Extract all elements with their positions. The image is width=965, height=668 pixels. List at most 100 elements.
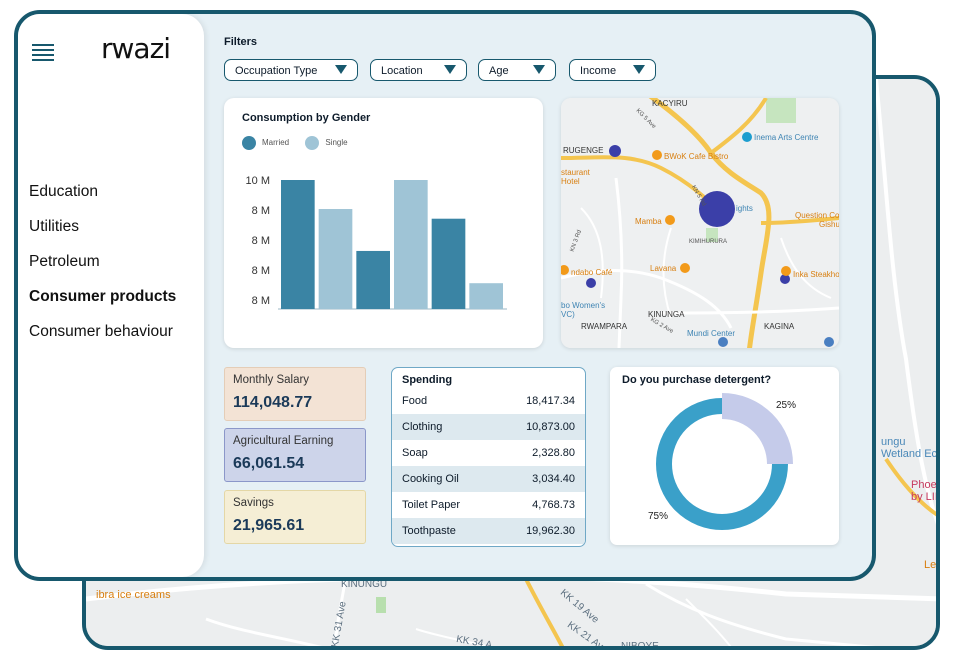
map-label: ungu (881, 436, 906, 448)
metric-label: Agricultural Earning (233, 435, 334, 447)
sidebar-nav: Education Utilities Petroleum Consumer p… (29, 182, 176, 357)
map-label: Phoenix (911, 479, 937, 491)
map-marker[interactable] (586, 278, 596, 288)
filter-label: Occupation Type (235, 65, 318, 77)
map-label: ights (736, 204, 753, 213)
monthly-salary-card: Monthly Salary 114,048.77 (224, 367, 366, 421)
table-row: Food 18,417.34 (392, 388, 585, 414)
donut-label: 25% (776, 400, 797, 411)
bar-married[interactable] (356, 250, 390, 309)
menu-icon[interactable] (32, 44, 54, 64)
y-tick-label: 8 M (252, 235, 270, 247)
bar-single[interactable] (394, 180, 428, 309)
restaurant-pin-icon[interactable] (652, 150, 662, 160)
spending-item: Cooking Oil (402, 473, 459, 485)
filter-label: Age (489, 65, 509, 77)
spending-amount: 2,328.80 (532, 447, 575, 459)
income-filter[interactable]: Income (569, 59, 656, 81)
map-label: staurant (561, 168, 590, 177)
spending-item: Clothing (402, 421, 443, 433)
location-filter[interactable]: Location (370, 59, 467, 81)
sidebar-item-consumer-products[interactable]: Consumer products (29, 287, 176, 322)
map-label: RUGENGE (563, 146, 604, 155)
map-marker[interactable] (609, 145, 621, 157)
spending-title: Spending (402, 374, 453, 386)
metric-label: Monthly Salary (233, 374, 310, 386)
place-pin-icon[interactable] (718, 337, 728, 347)
map-label: KACYIRU (652, 99, 688, 108)
y-tick-label: 8 M (252, 265, 270, 277)
filter-label: Income (580, 65, 617, 77)
map-label: Inema Arts Centre (754, 133, 819, 142)
filters-title: Filters (224, 36, 258, 48)
spending-item: Toothpaste (402, 525, 456, 537)
caret-down-icon (444, 65, 456, 74)
map-label: Gishu (819, 220, 839, 229)
map-label: by LINK (911, 491, 936, 503)
bar-married[interactable] (431, 218, 466, 309)
map-label: RWAMPARA (581, 322, 628, 331)
caret-down-icon (633, 65, 645, 74)
occupation-type-filter[interactable]: Occupation Type (224, 59, 358, 81)
spending-table: Spending Food 18,417.34 Clothing 10,873.00… (391, 367, 586, 547)
sidebar-item-education[interactable]: Education (29, 182, 176, 217)
place-pin-icon[interactable] (824, 337, 834, 347)
map-label: Hotel (561, 177, 580, 186)
spending-item: Soap (402, 447, 428, 459)
table-row: Cooking Oil 3,034.40 (392, 466, 585, 492)
sidebar: rwazi Education Utilities Petroleum Cons… (18, 14, 204, 577)
main-content: Filters Occupation Type Location Age Inc… (221, 14, 861, 577)
metric-label: Savings (233, 497, 274, 509)
map-label: ibra ice creams (96, 589, 171, 601)
map-marker[interactable] (699, 191, 735, 227)
spending-amount: 10,873.00 (526, 421, 575, 433)
filter-label: Location (381, 65, 423, 77)
map-label: Leg (924, 559, 937, 571)
spending-amount: 4,768.73 (532, 499, 575, 511)
map-label: KIMIHURURA (689, 239, 728, 245)
consumption-chart-card: Consumption by Gender Married Single 10 … (224, 98, 543, 348)
spending-amount: 3,034.40 (532, 473, 575, 485)
restaurant-pin-icon[interactable] (781, 266, 791, 276)
map-label: BWoK Cafe Bistro (664, 152, 729, 161)
map-label: Wetland Eco (881, 448, 940, 460)
donut-label: 75% (648, 511, 669, 522)
logo: rwazi (101, 32, 171, 65)
location-map[interactable]: KACYIRU RUGENGE BWoK Cafe Bistro Inema A… (561, 98, 839, 348)
donut-slice[interactable] (721, 393, 793, 465)
map-label: Lavana (650, 264, 677, 273)
place-pin-icon[interactable] (742, 132, 752, 142)
y-tick-label: 8 M (252, 205, 270, 217)
dashboard-window: rwazi Education Utilities Petroleum Cons… (14, 10, 876, 581)
map-label: bo Women's (561, 301, 606, 310)
bar-single[interactable] (469, 283, 503, 309)
bar-single[interactable] (318, 209, 353, 309)
y-tick-label: 10 M (246, 175, 270, 187)
caret-down-icon (335, 65, 347, 74)
agricultural-earning-card: Agricultural Earning 66,061.54 (224, 428, 366, 482)
bar-married[interactable] (281, 180, 315, 309)
y-tick-label: 8 M (252, 295, 270, 307)
map-label: NIBOYE (621, 641, 659, 650)
table-row: Soap 2,328.80 (392, 440, 585, 466)
spending-amount: 19,962.30 (526, 525, 575, 537)
table-row: Toothpaste 19,962.30 (392, 518, 585, 544)
caret-down-icon (533, 65, 545, 74)
savings-card: Savings 21,965.61 (224, 490, 366, 544)
metric-value: 114,048.77 (233, 394, 313, 411)
consumption-bar-chart: 10 M 8 M 8 M 8 M 8 M (246, 175, 507, 310)
metric-value: 21,965.61 (233, 517, 305, 534)
map-label: Inka Steakho (793, 270, 839, 279)
map-label: KAGINA (764, 322, 795, 331)
map-label: Mundi Center (687, 329, 736, 338)
table-row: Clothing 10,873.00 (392, 414, 585, 440)
restaurant-pin-icon[interactable] (680, 263, 690, 273)
sidebar-item-consumer-behaviour[interactable]: Consumer behaviour (29, 322, 176, 357)
sidebar-item-petroleum[interactable]: Petroleum (29, 252, 176, 287)
sidebar-item-utilities[interactable]: Utilities (29, 217, 176, 252)
map-label: Question Co (795, 211, 839, 220)
restaurant-pin-icon[interactable] (665, 215, 675, 225)
age-filter[interactable]: Age (478, 59, 556, 81)
detergent-donut-chart (656, 393, 793, 530)
map-label: VC) (561, 310, 575, 319)
